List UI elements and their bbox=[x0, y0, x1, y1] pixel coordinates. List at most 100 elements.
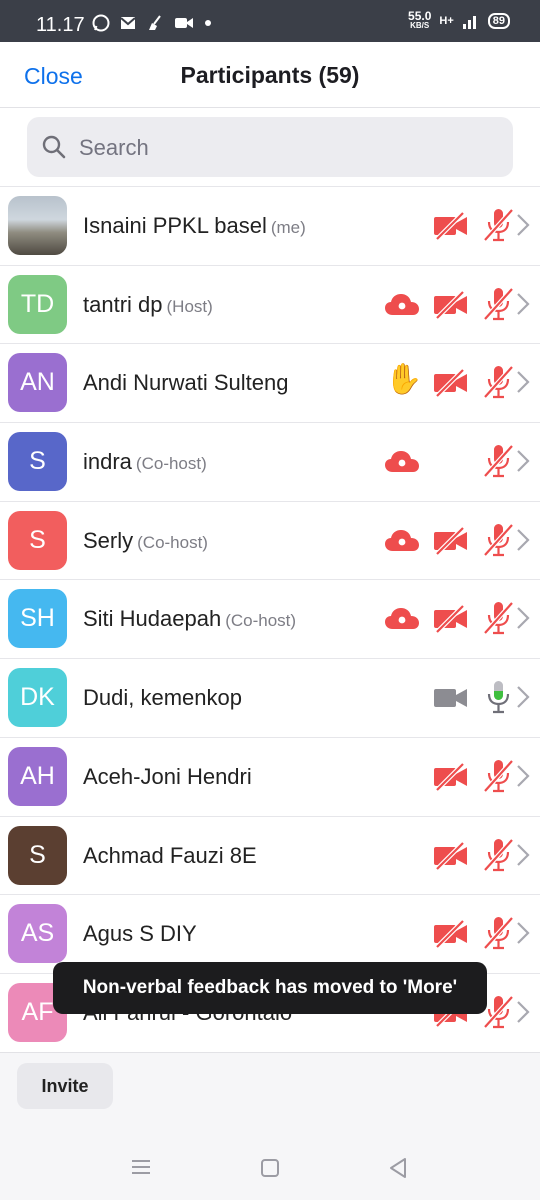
participant-role: (Co-host) bbox=[135, 454, 207, 474]
video-off-icon bbox=[433, 290, 469, 325]
participant-name-text: Isnaini PPKL basel bbox=[83, 213, 267, 238]
participant-row[interactable]: AN Andi Nurwati Sulteng ✋ bbox=[0, 343, 540, 422]
home-icon[interactable] bbox=[260, 1158, 280, 1178]
whatsapp-icon bbox=[92, 14, 110, 32]
avatar: AH bbox=[8, 746, 67, 806]
system-nav-bar bbox=[0, 1134, 540, 1200]
participant-name-text: tantri dp bbox=[83, 291, 163, 317]
participant-name-text: Achmad Fauzi 8E bbox=[83, 842, 257, 868]
signal-icon bbox=[462, 16, 476, 29]
mic-muted-icon bbox=[482, 364, 514, 405]
video-icon bbox=[433, 683, 469, 718]
participant-role: (me) bbox=[270, 218, 306, 237]
mail-icon bbox=[120, 17, 136, 29]
participant-name-text: Siti Hudaepah bbox=[83, 606, 222, 632]
participant-name: Aceh-Joni Hendri bbox=[83, 764, 252, 790]
cloud-recording-icon bbox=[384, 292, 420, 321]
status-right: 55.0 KB/S H+ 89 bbox=[408, 9, 510, 30]
participant-name-text: Serly bbox=[83, 527, 134, 553]
participant-list: Isnaini PPKL basel (me) TD tantri dp (Host) A… bbox=[0, 186, 540, 1052]
participant-name: Siti Hudaepah (Co-host) bbox=[83, 606, 296, 632]
participant-row[interactable]: SH Siti Hudaepah (Co-host) bbox=[0, 579, 540, 658]
broom-icon bbox=[149, 15, 161, 30]
avatar: SH bbox=[8, 589, 67, 649]
back-icon[interactable] bbox=[388, 1157, 408, 1179]
invite-button[interactable]: Invite bbox=[17, 1063, 113, 1109]
dot-icon bbox=[205, 20, 211, 26]
avatar: AS bbox=[8, 904, 67, 964]
search-input[interactable]: Search bbox=[27, 117, 513, 177]
battery-icon: 89 bbox=[487, 13, 510, 29]
participant-name-text: Andi Nurwati Sulteng bbox=[83, 370, 289, 396]
participant-role: (Co-host) bbox=[225, 611, 297, 631]
chevron-right-icon[interactable] bbox=[516, 449, 530, 478]
participant-name-text: Aceh-Joni Hendri bbox=[83, 763, 252, 789]
mic-muted-icon bbox=[482, 600, 514, 641]
mic-muted-icon bbox=[482, 286, 514, 327]
mic-muted-icon bbox=[482, 915, 514, 956]
video-off-icon bbox=[433, 526, 469, 561]
chevron-right-icon[interactable] bbox=[516, 1000, 530, 1029]
participant-name: indra (Co-host) bbox=[83, 449, 207, 475]
participant-role: (Host) bbox=[166, 296, 213, 316]
video-off-icon bbox=[433, 919, 469, 954]
chevron-right-icon[interactable] bbox=[516, 528, 530, 557]
toast-message: Non-verbal feedback has moved to 'More' bbox=[53, 962, 487, 1014]
participant-name: Serly (Co-host) bbox=[83, 528, 208, 554]
avatar: S bbox=[8, 432, 67, 492]
mic-live-icon bbox=[482, 679, 514, 720]
chevron-right-icon[interactable] bbox=[516, 213, 530, 242]
speed-value: 55.0 bbox=[408, 9, 432, 23]
participant-row[interactable]: Sindra (Co-host) bbox=[0, 422, 540, 501]
avatar: S bbox=[8, 510, 67, 570]
cloud-recording-icon bbox=[384, 528, 420, 557]
video-off-icon bbox=[433, 840, 469, 876]
avatar: S bbox=[8, 825, 67, 885]
participant-row[interactable]: Isnaini PPKL basel (me) bbox=[0, 186, 540, 265]
chevron-right-icon[interactable] bbox=[516, 685, 530, 714]
video-off-icon bbox=[433, 211, 469, 246]
mic-muted-icon bbox=[482, 522, 514, 563]
participant-name: Achmad Fauzi 8E bbox=[83, 843, 257, 869]
page-title: Participants (59) bbox=[180, 62, 360, 88]
avatar bbox=[8, 196, 67, 255]
raised-hand-icon: ✋ bbox=[385, 363, 423, 397]
participant-name-text: Dudi, kemenkop bbox=[83, 685, 242, 711]
mic-muted-icon bbox=[482, 837, 514, 878]
participant-row[interactable]: S Achmad Fauzi 8E bbox=[0, 815, 540, 895]
chevron-right-icon[interactable] bbox=[516, 292, 530, 321]
participant-row[interactable]: S Serly (Co-host) bbox=[0, 500, 540, 580]
mic-muted-icon bbox=[482, 758, 514, 799]
participant-name: Isnaini PPKL basel (me) bbox=[83, 213, 306, 239]
chevron-right-icon[interactable] bbox=[516, 606, 530, 635]
participant-name: Dudi, kemenkop bbox=[83, 685, 242, 711]
bottom-bar: Invite bbox=[0, 1052, 540, 1134]
chevron-right-icon[interactable] bbox=[516, 921, 530, 950]
cloud-recording-icon bbox=[384, 449, 420, 478]
mic-muted-icon bbox=[482, 207, 514, 248]
status-bar: 11.17 55.0 KB/S H+ 89 bbox=[0, 0, 540, 42]
chevron-right-icon[interactable] bbox=[516, 843, 530, 872]
speed-unit: KB/S bbox=[410, 21, 430, 30]
participant-row[interactable]: AH Aceh-Joni Hendri bbox=[0, 736, 540, 816]
video-off-icon bbox=[433, 368, 469, 403]
avatar: TD bbox=[8, 274, 67, 334]
menu-icon[interactable] bbox=[131, 1158, 151, 1176]
participant-name: tantri dp (Host) bbox=[83, 292, 213, 318]
status-time: 11.17 bbox=[36, 14, 85, 36]
participant-role: (Co-host) bbox=[137, 532, 208, 552]
participant-name: Andi Nurwati Sulteng bbox=[83, 370, 288, 396]
search-icon bbox=[42, 135, 66, 159]
participant-name-text: Agus S DIY bbox=[83, 921, 197, 947]
network-speed: 55.0 KB/S bbox=[408, 9, 432, 30]
avatar: AN bbox=[8, 353, 67, 413]
chevron-right-icon[interactable] bbox=[516, 370, 530, 399]
participant-row[interactable]: DK Dudi, kemenkop bbox=[0, 658, 540, 737]
participant-name: Agus S DIY bbox=[83, 921, 197, 947]
mic-muted-icon bbox=[482, 443, 514, 484]
chevron-right-icon[interactable] bbox=[516, 764, 530, 793]
participant-row[interactable]: TD tantri dp (Host) bbox=[0, 264, 540, 344]
notification-icons bbox=[92, 14, 212, 32]
camera-notification-icon bbox=[175, 18, 193, 28]
video-off-icon bbox=[433, 604, 469, 639]
